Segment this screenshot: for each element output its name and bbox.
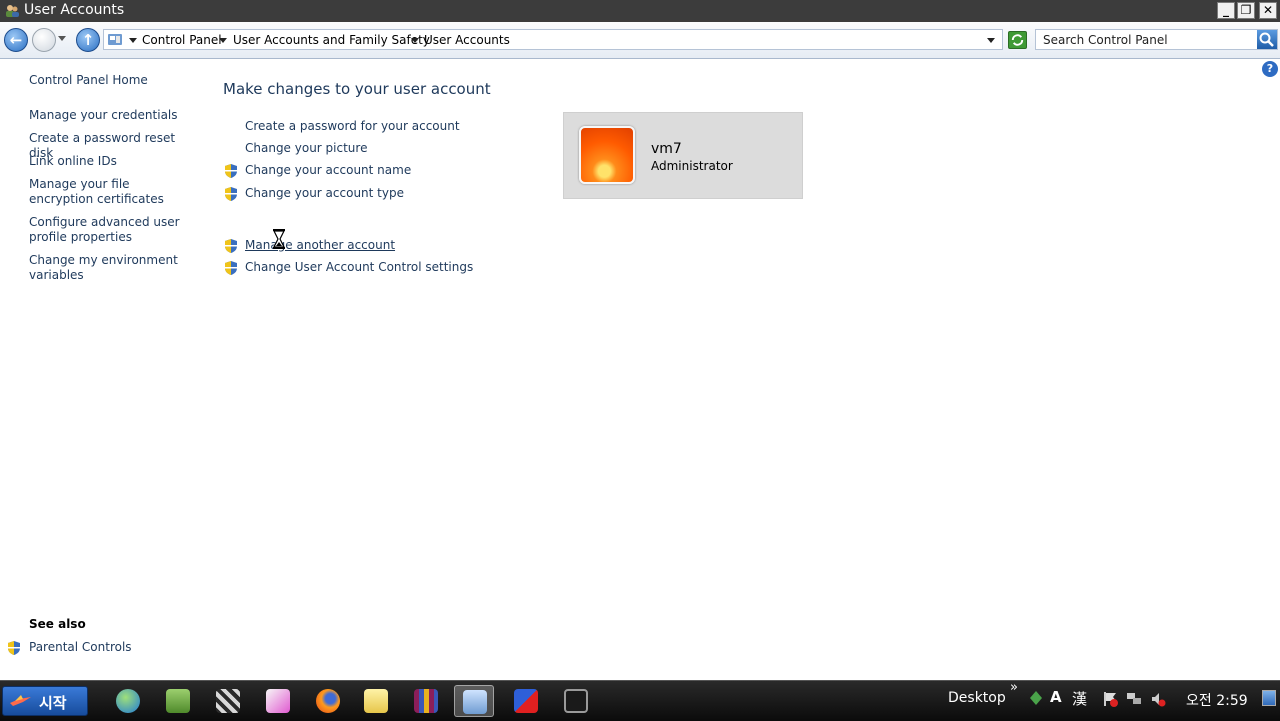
taskbar-clock[interactable]: 오전 2:59: [1186, 690, 1248, 710]
control-panel-icon: [463, 690, 487, 714]
globe-icon: [116, 689, 140, 713]
taskbar-app-paint[interactable]: [258, 685, 298, 717]
refresh-icon: [1011, 34, 1024, 46]
volume-muted-icon[interactable]: [1150, 691, 1166, 707]
help-icon[interactable]: ?: [1262, 61, 1278, 77]
taskbar-app-winrar[interactable]: [406, 685, 446, 717]
address-dropdown-icon[interactable]: [987, 38, 995, 43]
crumb-user-accounts-family-safety[interactable]: User Accounts and Family Safety: [233, 33, 430, 47]
environment-variables-link[interactable]: Change my environment variables: [29, 253, 189, 283]
title-bar: User Accounts _ ❐ ✕: [0, 0, 1280, 22]
action-center-icon[interactable]: [1102, 691, 1118, 707]
user-account-tile: vm7 Administrator: [563, 112, 803, 199]
window-title: User Accounts: [24, 2, 125, 18]
network-icon[interactable]: [1126, 691, 1142, 707]
taskbar-app-virtualbox[interactable]: [506, 685, 546, 717]
search-icon: [1259, 32, 1274, 47]
taskbar-app-globe[interactable]: [108, 685, 148, 717]
search-button[interactable]: [1257, 30, 1277, 49]
uac-shield-icon: [8, 641, 20, 655]
recent-pages-dropdown[interactable]: [58, 36, 66, 41]
control-panel-icon: [108, 34, 122, 45]
crumb-chevron-icon[interactable]: [411, 38, 419, 43]
crumb-chevron-icon[interactable]: [129, 38, 137, 43]
search-input[interactable]: Search Control Panel: [1035, 29, 1278, 50]
user-picture-avatar[interactable]: [579, 126, 635, 184]
hourglass-cursor-icon: [273, 229, 285, 249]
uac-shield-icon: [225, 261, 237, 275]
forward-button[interactable]: [32, 28, 56, 52]
manage-encryption-certificates-link[interactable]: Manage your file encryption certificates: [29, 177, 189, 207]
arrow-left-icon: ←: [9, 31, 23, 49]
terminal-icon: [564, 689, 588, 713]
address-toolbar: ← ↑ Control Panel User Accounts and Fami…: [0, 22, 1280, 59]
document-icon: [166, 689, 190, 713]
close-button[interactable]: ✕: [1259, 2, 1277, 19]
refresh-button[interactable]: [1008, 31, 1027, 49]
taskbar-app-control-panel[interactable]: [454, 685, 494, 717]
see-also-heading: See also: [29, 617, 86, 631]
ime-hanja[interactable]: 漢: [1072, 688, 1087, 709]
manage-credentials-link[interactable]: Manage your credentials: [29, 108, 189, 123]
toolbar-overflow-icon[interactable]: »: [1010, 680, 1018, 695]
control-panel-home-link[interactable]: Control Panel Home: [29, 73, 189, 88]
restore-button[interactable]: ❐: [1237, 2, 1255, 19]
address-bar[interactable]: Control Panel User Accounts and Family S…: [103, 29, 1003, 50]
page-title: Make changes to your user account: [223, 80, 491, 98]
folder-icon: [364, 689, 388, 713]
archive-icon: [414, 689, 438, 713]
start-logo-icon: [10, 695, 31, 706]
uac-shield-icon: [225, 187, 237, 201]
up-button[interactable]: ↑: [76, 28, 100, 52]
crumb-user-accounts[interactable]: User Accounts: [424, 33, 510, 47]
link-online-ids-link[interactable]: Link online IDs: [29, 154, 189, 169]
change-account-name-link[interactable]: Change your account name: [245, 163, 411, 177]
crumb-control-panel[interactable]: Control Panel: [142, 33, 222, 47]
taskbar-app-firefox[interactable]: [308, 685, 348, 717]
manage-another-account-link[interactable]: Manage another account: [245, 238, 395, 252]
clapperboard-icon: [216, 689, 240, 713]
desktop-toolbar-label[interactable]: Desktop: [948, 690, 1006, 706]
uac-settings-link[interactable]: Change User Account Control settings: [245, 260, 473, 274]
user-name: vm7: [651, 141, 682, 157]
minimize-button[interactable]: _: [1217, 2, 1235, 19]
paint-icon: [266, 689, 290, 713]
firefox-icon: [316, 689, 340, 713]
create-password-link[interactable]: Create a password for your account: [245, 119, 460, 133]
arrow-up-icon: ↑: [81, 31, 95, 49]
language-bar-icon[interactable]: [1028, 690, 1044, 706]
uac-shield-icon: [225, 164, 237, 178]
parental-controls-link[interactable]: Parental Controls: [29, 640, 132, 654]
cube-icon: [514, 689, 538, 713]
taskbar-app-movie[interactable]: [208, 685, 248, 717]
taskbar-app-terminal[interactable]: [556, 685, 596, 717]
show-desktop-button[interactable]: [1262, 690, 1276, 706]
ime-mode-a[interactable]: A: [1050, 688, 1062, 706]
crumb-chevron-icon[interactable]: [219, 38, 227, 43]
change-picture-link[interactable]: Change your picture: [245, 141, 367, 155]
change-account-type-link[interactable]: Change your account type: [245, 186, 404, 200]
user-role: Administrator: [651, 159, 733, 173]
user-accounts-icon: [6, 5, 19, 17]
taskbar-app-notes[interactable]: [158, 685, 198, 717]
search-placeholder: Search Control Panel: [1043, 33, 1168, 47]
start-label: 시작: [39, 694, 67, 712]
taskbar: 시작: [0, 680, 1280, 721]
advanced-profile-properties-link[interactable]: Configure advanced user profile properti…: [29, 215, 189, 245]
taskbar-app-folder[interactable]: [356, 685, 396, 717]
start-button[interactable]: 시작: [2, 686, 88, 716]
uac-shield-icon: [225, 239, 237, 253]
back-button[interactable]: ←: [4, 28, 28, 52]
